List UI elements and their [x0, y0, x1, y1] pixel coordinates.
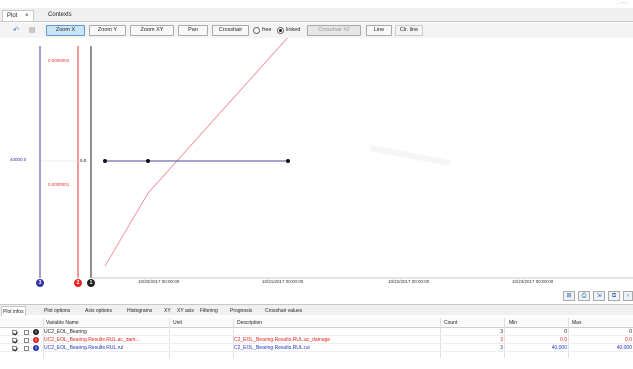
tab-crosshair-values[interactable]: Crosshair values	[264, 306, 303, 316]
clear-line-button[interactable]: Clr. line	[395, 25, 423, 36]
close-icon[interactable]: ×	[25, 13, 29, 19]
x-tick-label: 10/22/2017 00:00:00	[388, 279, 430, 284]
col-variable-name[interactable]: Variable Name	[46, 319, 79, 327]
tab-plot[interactable]: Plot ×	[2, 10, 34, 21]
tab-contexts[interactable]: Contexts	[44, 10, 76, 21]
series-line-ac-damage	[104, 38, 288, 267]
pan-button[interactable]: Pan	[178, 25, 208, 36]
linked-label: linked	[286, 27, 301, 33]
row-description: C2_EOL_Bearing.Results.RUL.rul	[234, 345, 310, 351]
table-row[interactable]: 2 UC2_EOL_Bearing.Results.RUL.ac_dam... …	[0, 337, 633, 344]
free-label: free	[262, 27, 272, 33]
row-max: 0.0	[625, 337, 632, 343]
row-badge: 2	[33, 337, 39, 343]
zoom-y-button[interactable]: Zoom Y	[89, 25, 126, 36]
row-description: C2_EOL_Bearing.Results.RUL.ac_damage	[234, 337, 331, 343]
faint-watermark	[369, 145, 451, 166]
row-select-checkbox[interactable]	[24, 346, 29, 351]
row-min: 0.0	[560, 337, 567, 343]
x-tick-label: 10/20/2017 00:00:00	[138, 279, 180, 284]
row-min: 40,000	[551, 345, 567, 351]
tab-contexts-label: Contexts	[48, 12, 72, 18]
black-axis-tick-label: 0.0	[80, 158, 87, 163]
axis-badge-2[interactable]: 2	[74, 279, 82, 287]
row-min: 0	[564, 329, 567, 335]
row-max: 0	[629, 329, 632, 335]
row-badge: 3	[33, 345, 39, 351]
main-tabbar: Plot × Contexts	[0, 8, 633, 22]
x-tick-label: 10/21/2017 00:00:00	[262, 279, 304, 284]
variables-table: Variable Name Unit Description Count Min…	[0, 316, 633, 369]
export-icon[interactable]: ⇲	[593, 291, 605, 301]
series-layer	[103, 38, 290, 267]
crosshair2-button[interactable]: Crosshair #2	[307, 25, 361, 36]
tab-xy[interactable]: XY	[163, 306, 172, 316]
row-count: 3	[500, 337, 503, 343]
row-variable-name: UC2_EOL_Bearing.Results.RUL.ac_dam...	[44, 337, 140, 343]
series-point-rul	[146, 159, 150, 163]
row-visible-checkbox[interactable]	[12, 330, 17, 335]
axis-badge-1[interactable]: 1	[87, 279, 95, 287]
series-point-rul	[103, 159, 107, 163]
zoom-xy-button[interactable]: Zoom XY	[130, 25, 174, 36]
tab-axis-options[interactable]: Axis options	[84, 306, 113, 316]
col-min[interactable]: Min	[509, 319, 517, 327]
plot-toolbar: ↶ ▤ Zoom X Zoom Y Zoom XY Pan Crosshair …	[0, 23, 633, 38]
bottom-tabbar: Plot infos Plot options Axis options His…	[0, 304, 633, 316]
row-select-checkbox[interactable]	[24, 338, 29, 343]
copy-icon[interactable]: ⧉	[608, 291, 620, 301]
linked-radio[interactable]	[277, 27, 284, 34]
row-variable-name: UC2_EOL_Bearing	[44, 329, 87, 335]
tab-plot-label: Plot	[7, 13, 18, 19]
next-icon[interactable]: ›	[623, 291, 633, 301]
row-variable-name: UC2_EOL_Bearing.Results.RUL.rul	[44, 345, 124, 351]
red-axis-top-tick-label: 0.0000002	[48, 58, 70, 63]
print-icon[interactable]: ⎙	[578, 291, 590, 301]
tab-xy-axis[interactable]: XY axis	[176, 306, 195, 316]
row-visible-checkbox[interactable]	[12, 338, 17, 343]
row-count: 3	[500, 345, 503, 351]
tab-prognosis[interactable]: Prognosis	[229, 306, 253, 316]
row-count: 3	[500, 329, 503, 335]
free-radio[interactable]	[253, 27, 260, 34]
table-row[interactable]: 1 UC2_EOL_Bearing 3 0 0	[0, 329, 633, 336]
x-tick-label: 10/23/2017 00:00:00	[512, 279, 554, 284]
window-controls-hint: — ⎯ ×	[616, 0, 627, 5]
tab-plot-infos[interactable]: Plot infos	[1, 306, 26, 316]
row-select-checkbox[interactable]	[24, 330, 29, 335]
fit-all-icon[interactable]: ⊞	[563, 291, 575, 301]
series-point-rul	[286, 159, 290, 163]
row-badge: 1	[33, 329, 39, 335]
tab-filtering[interactable]: Filtering	[199, 306, 219, 316]
col-description[interactable]: Description	[237, 319, 262, 327]
line-button[interactable]: Line	[366, 25, 392, 36]
col-unit[interactable]: Unit	[173, 319, 182, 327]
crosshair-button[interactable]: Crosshair	[212, 25, 249, 36]
row-max: 40,000	[616, 345, 632, 351]
table-header: Variable Name Unit Description Count Min…	[0, 318, 633, 328]
chart-svg	[39, 38, 633, 279]
zoom-x-button[interactable]: Zoom X	[46, 25, 85, 36]
undo-icon[interactable]: ↶	[11, 26, 21, 35]
col-max[interactable]: Max	[572, 319, 581, 327]
red-axis-mid-tick-label: 0.0000001	[48, 182, 70, 187]
table-row[interactable]: 3 UC2_EOL_Bearing.Results.RUL.rul C2_EOL…	[0, 345, 633, 352]
col-count[interactable]: Count	[444, 319, 457, 327]
row-visible-checkbox[interactable]	[12, 346, 17, 351]
tab-plot-options[interactable]: Plot options	[43, 306, 71, 316]
tab-histograms[interactable]: Histograms	[126, 306, 153, 316]
blue-axis-tick-label: 40000.0	[10, 157, 27, 162]
redo-icon[interactable]: ▤	[27, 26, 37, 35]
plot-area[interactable]: 40000.0 0.0000002 0.0000001 0.0 3 2 1 10…	[0, 38, 633, 287]
axis-badge-3[interactable]: 3	[36, 279, 44, 287]
